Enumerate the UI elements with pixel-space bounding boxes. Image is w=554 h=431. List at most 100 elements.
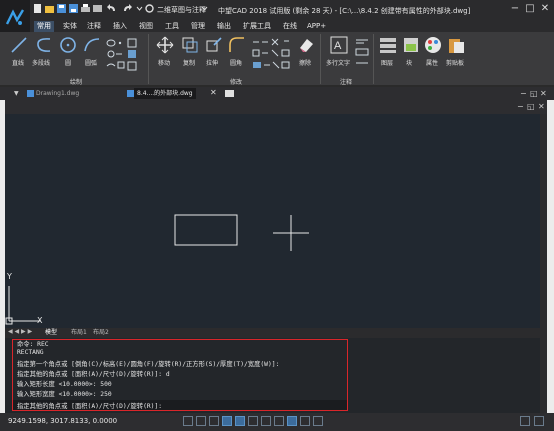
eraser-icon[interactable] bbox=[297, 36, 315, 56]
tab-app-plus[interactable]: APP+ bbox=[304, 21, 329, 32]
ellipse-tool-icon[interactable] bbox=[106, 38, 140, 76]
otrack-toggle[interactable] bbox=[248, 416, 258, 426]
tab-annotate[interactable]: 注释 bbox=[84, 21, 104, 32]
workspace-selector[interactable]: 二维草图与注释 bbox=[157, 5, 206, 15]
doc-tab-active[interactable]: 8.4....的外部块.dwg bbox=[134, 88, 196, 99]
stretch-tool-label[interactable]: 拉伸 bbox=[206, 58, 218, 67]
new-file-icon[interactable] bbox=[33, 4, 42, 13]
rectangle-entity[interactable] bbox=[174, 214, 238, 246]
tab-layout1[interactable]: 布局1 bbox=[71, 328, 87, 338]
tab-online[interactable]: 在线 bbox=[280, 21, 300, 32]
selection-cycling-toggle[interactable] bbox=[313, 416, 323, 426]
doc-minimize-button[interactable]: − bbox=[520, 89, 527, 98]
status-menu-icon[interactable] bbox=[534, 416, 544, 426]
snap-toggle[interactable] bbox=[183, 416, 193, 426]
drawing-content bbox=[5, 214, 309, 325]
clipboard-icon[interactable] bbox=[447, 36, 465, 56]
line-tool-label[interactable]: 直线 bbox=[12, 58, 24, 67]
arc-tool-label[interactable]: 圆弧 bbox=[85, 58, 97, 67]
transparency-toggle[interactable] bbox=[300, 416, 310, 426]
annotation-scale-icon[interactable] bbox=[520, 416, 530, 426]
tab-output[interactable]: 输出 bbox=[214, 21, 234, 32]
properties-label[interactable]: 属性 bbox=[426, 58, 438, 67]
tab-manage[interactable]: 管理 bbox=[188, 21, 208, 32]
circle-tool-icon[interactable] bbox=[59, 36, 77, 56]
osnap-toggle[interactable] bbox=[235, 416, 245, 426]
tab-tools[interactable]: 工具 bbox=[162, 21, 182, 32]
close-button[interactable]: ✕ bbox=[538, 3, 552, 15]
mtext-tool-icon[interactable]: A bbox=[330, 36, 348, 56]
command-highlight-box bbox=[12, 339, 348, 411]
chevron-down-icon[interactable] bbox=[135, 4, 144, 13]
arc-tool-icon[interactable] bbox=[83, 36, 101, 56]
doc-restore-button[interactable]: ◱ bbox=[530, 89, 538, 98]
tab-insert[interactable]: 插入 bbox=[110, 21, 130, 32]
close-tab-icon[interactable]: ✕ bbox=[210, 88, 217, 97]
annotation-small-tools-icon[interactable] bbox=[355, 37, 369, 71]
dyn-toggle[interactable] bbox=[274, 416, 284, 426]
copy-tool-label[interactable]: 复制 bbox=[183, 58, 195, 67]
ucs-y-label: Y bbox=[7, 272, 12, 281]
circle-tool-label[interactable]: 圆 bbox=[65, 58, 71, 67]
open-file-icon[interactable] bbox=[45, 4, 54, 13]
dwg-file-icon bbox=[127, 90, 134, 99]
viewport-minimize-button[interactable]: − bbox=[517, 102, 524, 111]
modify-small-tools-icon[interactable] bbox=[252, 38, 292, 74]
command-scrollbar[interactable] bbox=[540, 338, 547, 413]
doc-close-button[interactable]: ✕ bbox=[540, 89, 547, 98]
vertical-scrollbar[interactable] bbox=[540, 114, 547, 328]
undo-icon[interactable] bbox=[107, 4, 116, 13]
fillet-tool-icon[interactable] bbox=[228, 36, 246, 56]
viewport-restore-button[interactable]: ◱ bbox=[527, 102, 535, 111]
workspace-dropdown-icon[interactable] bbox=[200, 4, 209, 13]
polyline-tool-icon[interactable] bbox=[35, 36, 53, 56]
window-title: 中望CAD 2018 试用版 (剩余 28 天) - [C:\...\8.4.2… bbox=[218, 7, 471, 15]
lineweight-toggle[interactable] bbox=[287, 416, 297, 426]
doc-tab-drawing1[interactable]: Drawing1.dwg bbox=[36, 88, 79, 99]
svg-text:A: A bbox=[334, 40, 342, 52]
ribbon-separator bbox=[320, 34, 321, 84]
mdi-window-bar bbox=[5, 100, 547, 114]
line-tool-icon[interactable] bbox=[10, 36, 28, 56]
ucs-icon bbox=[5, 286, 41, 325]
tab-model[interactable]: 模型 bbox=[45, 328, 57, 338]
new-tab-icon[interactable] bbox=[225, 90, 234, 99]
tab-layout2[interactable]: 布局2 bbox=[93, 328, 109, 338]
viewport-close-button[interactable]: ✕ bbox=[538, 102, 545, 111]
clipboard-label[interactable]: 剪贴板 bbox=[446, 58, 464, 67]
ribbon-separator bbox=[148, 34, 149, 84]
layout-nav-arrows[interactable]: ◀ ◀ ▶ ▶ bbox=[8, 328, 32, 335]
polyline-tool-label[interactable]: 多段线 bbox=[32, 58, 50, 67]
mtext-tool-label[interactable]: 多行文字 bbox=[326, 58, 350, 67]
ortho-toggle[interactable] bbox=[209, 416, 219, 426]
plot-preview-icon[interactable] bbox=[93, 4, 102, 13]
layers-label[interactable]: 图层 bbox=[381, 58, 393, 67]
tab-view[interactable]: 视图 bbox=[136, 21, 156, 32]
save-as-icon[interactable] bbox=[69, 4, 78, 13]
tab-home[interactable]: 常用 bbox=[34, 21, 54, 32]
properties-palette-icon[interactable] bbox=[424, 36, 442, 56]
ribbon-separator bbox=[373, 34, 374, 84]
print-icon[interactable] bbox=[81, 4, 90, 13]
copy-tool-icon[interactable] bbox=[181, 36, 199, 56]
polar-toggle[interactable] bbox=[222, 416, 232, 426]
maximize-button[interactable]: □ bbox=[523, 3, 537, 15]
document-tab-bar bbox=[0, 87, 554, 100]
layers-icon[interactable] bbox=[379, 36, 397, 56]
block-label[interactable]: 块 bbox=[406, 58, 412, 67]
stretch-tool-icon[interactable] bbox=[205, 36, 223, 56]
minimize-button[interactable]: − bbox=[508, 3, 522, 15]
redo-icon[interactable] bbox=[123, 4, 132, 13]
tab-menu-arrow-icon[interactable]: ▼ bbox=[14, 90, 19, 97]
grid-toggle[interactable] bbox=[196, 416, 206, 426]
erase-tool-label[interactable]: 擦除 bbox=[299, 58, 311, 67]
save-icon[interactable] bbox=[57, 4, 66, 13]
move-tool-icon[interactable] bbox=[156, 36, 174, 56]
ducs-toggle[interactable] bbox=[261, 416, 271, 426]
tab-solid[interactable]: 实体 bbox=[60, 21, 80, 32]
workspace-gear-icon[interactable] bbox=[145, 4, 154, 13]
move-tool-label[interactable]: 移动 bbox=[158, 58, 170, 67]
block-icon[interactable] bbox=[402, 36, 420, 56]
tab-extended-tools[interactable]: 扩展工具 bbox=[240, 21, 274, 32]
fillet-tool-label[interactable]: 圆角 bbox=[230, 58, 242, 67]
